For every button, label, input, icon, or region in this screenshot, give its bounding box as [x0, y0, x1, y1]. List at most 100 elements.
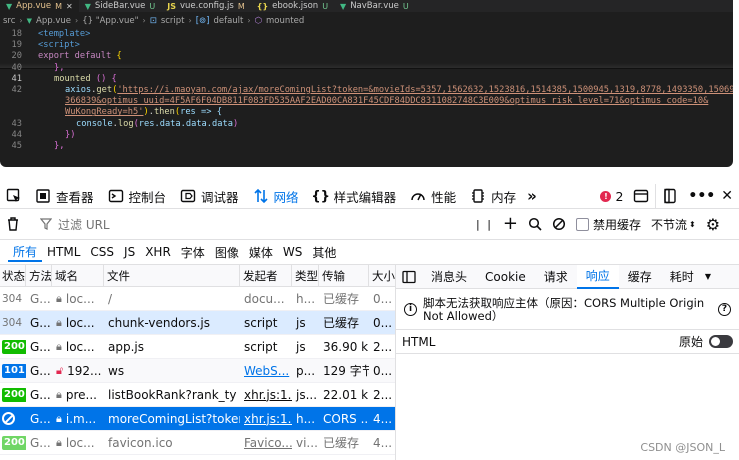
tab-debugger[interactable]: 调试器: [173, 184, 246, 208]
raw-toggle[interactable]: 原始: [679, 333, 733, 350]
breadcrumb-item[interactable]: default: [213, 16, 243, 26]
tab-ebook-json[interactable]: {} ebook.json U: [251, 0, 334, 12]
code-editor: ▼ App.vue M ✕ ▼ SideBar.vue U JS vue.con…: [0, 0, 733, 167]
type-filter-all[interactable]: 所有: [8, 242, 43, 262]
function-name: then: [153, 107, 175, 118]
column-header-type[interactable]: 类型: [292, 265, 319, 287]
size-cell: 2...: [373, 339, 393, 354]
column-header-status[interactable]: 状态: [0, 265, 26, 287]
initiator-cell[interactable]: xhr.js:1...: [240, 407, 292, 431]
method-cell: G...: [30, 387, 51, 402]
type-cell: p...: [296, 363, 316, 378]
tab-headers[interactable]: 消息头: [422, 265, 476, 289]
more-tools-button[interactable]: »: [523, 184, 541, 208]
close-devtools-button[interactable]: ✕: [719, 184, 739, 208]
transferred-cell: 22.01 kB: [323, 387, 369, 402]
type-filter-image[interactable]: 图像: [210, 242, 244, 262]
type-filter-js[interactable]: JS: [119, 242, 140, 262]
variable: console: [76, 118, 113, 129]
tab-network[interactable]: 网络: [246, 184, 306, 208]
file-cell: app.js: [108, 339, 144, 354]
initiator-cell[interactable]: WebS...: [240, 359, 292, 383]
vue-icon: ▼: [26, 16, 33, 25]
table-row[interactable]: 304 G... 🔒︎ loc... / docu... h... 已缓存 0..…: [0, 287, 395, 311]
line-number: 40: [11, 62, 22, 73]
table-row[interactable]: 200 G... 🔒︎ loc... app.js script js 36.90…: [0, 335, 395, 359]
type-filter-ws[interactable]: WS: [278, 242, 307, 262]
table-row[interactable]: 101 G... 🔓︎ 192... ws WebS... p... 129 字节…: [0, 359, 395, 383]
tab-console[interactable]: 控制台: [101, 184, 174, 208]
toggle-sidebar-icon[interactable]: [396, 270, 422, 284]
tab-request[interactable]: 请求: [535, 265, 577, 289]
status-code: 200: [2, 435, 26, 450]
memory-icon: [472, 189, 485, 203]
code-line: 40 },: [0, 63, 733, 74]
code-line: 366839&optimus_uuid=4F5AF6F04DB811F083FD…: [0, 96, 733, 107]
tab-app-vue[interactable]: ▼ App.vue M ✕: [0, 0, 79, 12]
tab-response[interactable]: 响应: [576, 264, 619, 289]
line-number: 44: [11, 129, 22, 140]
tab-sidebar-vue[interactable]: ▼ SideBar.vue U: [79, 0, 162, 12]
toggle-switch[interactable]: [709, 335, 733, 348]
split-console-button[interactable]: [627, 184, 655, 208]
breadcrumb-item[interactable]: mounted: [266, 16, 304, 26]
code-area[interactable]: 18 <template> 19 <script> 20 export defa…: [0, 29, 733, 152]
tab-inspector[interactable]: 查看器: [28, 184, 101, 208]
tab-style-editor[interactable]: {} 样式编辑器: [306, 184, 404, 208]
close-icon[interactable]: ✕: [66, 2, 73, 11]
column-header-transferred[interactable]: 传输: [319, 265, 369, 287]
plus-icon[interactable]: +: [503, 215, 518, 233]
disable-cache-checkbox[interactable]: 禁用缓存: [576, 216, 641, 233]
breadcrumb-item[interactable]: script: [161, 16, 185, 26]
error-count-button[interactable]: ! 2: [596, 184, 627, 208]
dock-button[interactable]: [655, 184, 684, 208]
gear-icon[interactable]: ⚙: [706, 215, 720, 234]
tab-cookies[interactable]: Cookie: [476, 265, 535, 289]
column-header-file[interactable]: 文件: [104, 265, 240, 287]
module-icon: [⊚]: [195, 15, 210, 26]
help-icon[interactable]: ?: [718, 303, 731, 316]
breadcrumb-item[interactable]: App.vue: [36, 16, 71, 26]
type-filter-xhr[interactable]: XHR: [140, 242, 176, 262]
column-header-size[interactable]: 大小: [369, 265, 395, 287]
type-filter-font[interactable]: 字体: [176, 242, 210, 262]
pause-icon[interactable]: | |: [476, 218, 493, 231]
column-header-method[interactable]: 方法: [26, 265, 52, 287]
initiator-cell[interactable]: xhr.js:1...: [240, 383, 292, 407]
tab-memory[interactable]: 内存: [463, 184, 523, 208]
throttle-label: 不节流: [651, 217, 688, 232]
checkbox-box[interactable]: [576, 217, 590, 231]
breadcrumb-item[interactable]: {} "App.vue": [82, 16, 138, 26]
lock-icon: 🔒︎: [56, 435, 62, 449]
column-header-domain[interactable]: 域名: [52, 265, 104, 287]
type-filter-media[interactable]: 媒体: [244, 242, 278, 262]
tab-timings[interactable]: 耗时: [661, 265, 703, 289]
chevron-down-icon[interactable]: ▼: [705, 272, 711, 281]
code-text: res => {: [180, 107, 222, 118]
domain-cell: i.m...: [65, 411, 97, 426]
table-row[interactable]: 200 G... 🔒︎ pre... listBookRank?rank_ty x…: [0, 383, 395, 407]
table-row-selected[interactable]: G... 🔒︎i.m... moreComingList?token=& xhr…: [0, 407, 395, 431]
block-icon[interactable]: [552, 217, 566, 231]
search-icon[interactable]: [528, 217, 542, 231]
trash-icon[interactable]: [6, 216, 20, 232]
table-row[interactable]: 304 G... 🔒︎ loc... chunk-vendors.js scrip…: [0, 311, 395, 335]
column-header-initiator[interactable]: 发起者: [240, 265, 292, 287]
more-options-button[interactable]: •••: [684, 184, 719, 208]
table-row[interactable]: 200 G... 🔒︎ loc... favicon.ico Favico... …: [0, 431, 395, 455]
initiator-cell: docu...: [244, 291, 285, 306]
type-filter-html[interactable]: HTML: [42, 242, 85, 262]
file-cell: /: [108, 291, 113, 306]
breadcrumb-item[interactable]: src: [3, 16, 15, 26]
tab-performance[interactable]: 性能: [403, 184, 463, 208]
tab-navbar-vue[interactable]: ▼ NavBar.vue U: [334, 0, 415, 12]
element-picker-button[interactable]: [0, 184, 28, 208]
type-filter-other[interactable]: 其他: [307, 242, 341, 262]
type-filter-css[interactable]: CSS: [85, 242, 119, 262]
url-filter-input[interactable]: 过滤 URL: [36, 213, 476, 235]
tab-vue-config-js[interactable]: JS vue.config.js M: [161, 0, 251, 12]
initiator-cell[interactable]: Favico...: [240, 431, 292, 455]
code-line: 41 mounted () {: [0, 74, 733, 85]
tab-cache[interactable]: 缓存: [619, 265, 661, 289]
throttle-select[interactable]: 不节流 ⬍: [651, 216, 696, 233]
